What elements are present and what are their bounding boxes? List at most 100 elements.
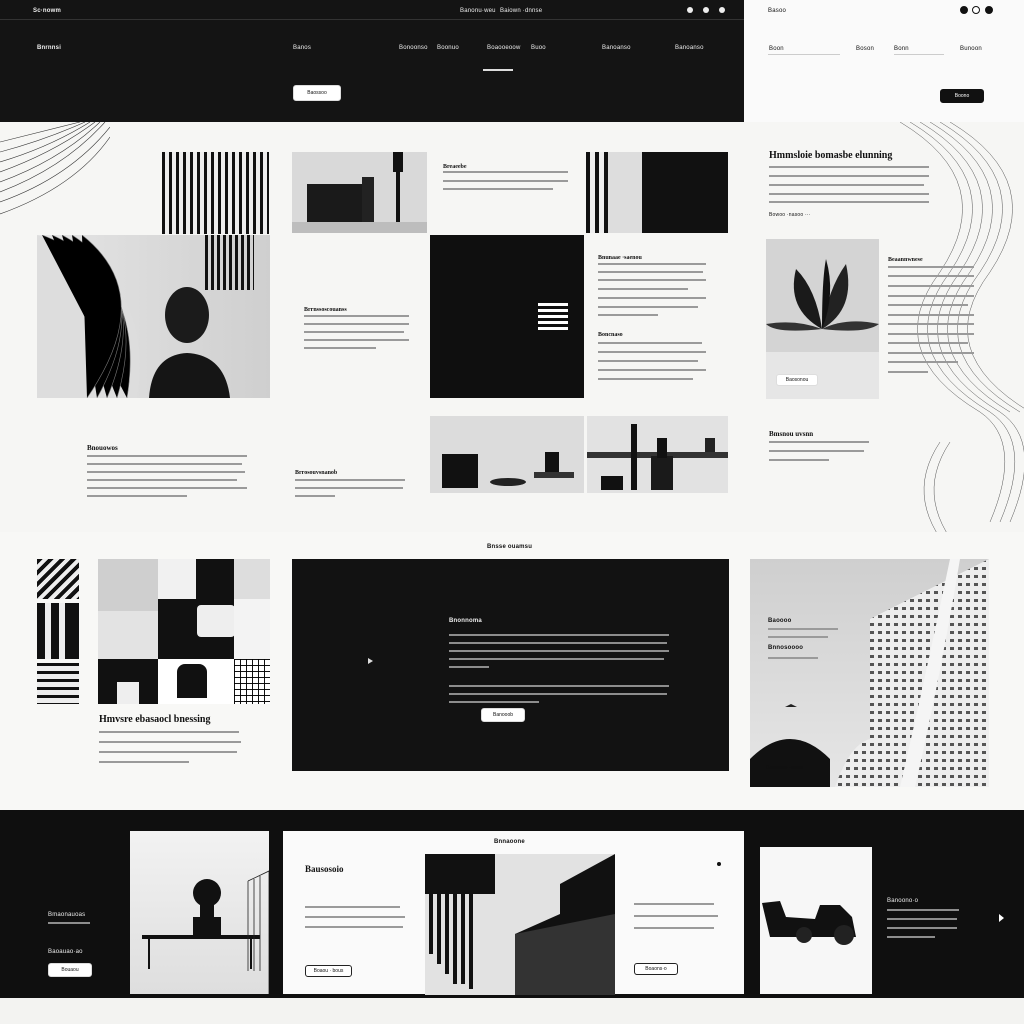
- nav-active-underline: [483, 69, 513, 71]
- nav-center-2[interactable]: Baiown ·dnnse: [500, 8, 542, 15]
- text-line: [305, 926, 403, 928]
- text-line: [769, 459, 829, 461]
- text-line: [888, 361, 958, 363]
- nav-center-1[interactable]: Banonu·weu: [460, 8, 496, 15]
- right-nav-3[interactable]: Bonn: [894, 46, 909, 53]
- text-line: [888, 266, 974, 268]
- bottom-center-label: Bnnaoone: [494, 839, 525, 845]
- right-brand[interactable]: Basoo: [768, 8, 786, 15]
- text-line: [295, 487, 403, 489]
- nav-item-2[interactable]: Bonoonso: [399, 45, 428, 52]
- text-line: [598, 271, 703, 273]
- nav-item-1[interactable]: Banos: [293, 45, 311, 52]
- furniture-image: [292, 152, 427, 233]
- bottom-right-title: Banoono·o: [887, 898, 919, 904]
- circle-icon[interactable]: [703, 7, 709, 13]
- right-nav-2[interactable]: Boson: [856, 46, 874, 53]
- text-line: [443, 180, 568, 182]
- text-line: [99, 731, 239, 733]
- text-line: [769, 193, 929, 195]
- text-line: [87, 463, 242, 465]
- text-line: [888, 295, 974, 297]
- mid-caption-title: Brrnssoscouanss: [304, 307, 347, 313]
- circle-icon[interactable]: [687, 7, 693, 13]
- text-line: [888, 304, 968, 306]
- text-line: [888, 352, 974, 354]
- text-line: [449, 642, 667, 644]
- side-card-button[interactable]: Baosonou: [776, 374, 818, 386]
- pattern-tiles: [37, 559, 270, 704]
- circle-icon[interactable]: [985, 6, 993, 14]
- bottom-left-title: Bmaonauoas: [48, 912, 86, 918]
- bottom-mid2-button[interactable]: Boaons·o: [634, 963, 678, 975]
- right-nav-1[interactable]: Boon: [769, 46, 784, 53]
- text-line: [598, 360, 698, 362]
- text-line: [598, 279, 706, 281]
- play-icon[interactable]: [717, 862, 721, 866]
- objects-image: [430, 416, 584, 493]
- dark-card-button[interactable]: Banooob: [481, 708, 525, 722]
- text-line: [634, 915, 718, 917]
- sub-brand[interactable]: Bnrnnsi: [37, 45, 61, 52]
- text-line: [449, 650, 669, 652]
- text-line: [99, 741, 241, 743]
- right-image-sub: Bnnosoooo: [768, 645, 804, 651]
- chevron-right-icon[interactable]: [999, 914, 1004, 922]
- stripe-panel: [586, 152, 728, 233]
- menu-icon[interactable]: [538, 303, 568, 331]
- nav-item-7[interactable]: Banoanso: [675, 45, 704, 52]
- text-line: [598, 351, 706, 353]
- text-line: [769, 450, 864, 452]
- text-line: [449, 634, 669, 636]
- car-image: [760, 847, 872, 994]
- architecture-image: [750, 559, 989, 787]
- nav-item-4[interactable]: Boaooeoow: [487, 45, 521, 52]
- text-line: [888, 285, 974, 287]
- wave-lines-art: [0, 122, 110, 215]
- nav-item-5[interactable]: Buoo: [531, 45, 546, 52]
- mid-caption2-title: Brrosouvsnanob: [295, 470, 338, 476]
- circle-icon[interactable]: [719, 7, 725, 13]
- play-icon[interactable]: [368, 658, 373, 664]
- text-line: [304, 339, 409, 341]
- text-line: [887, 909, 959, 911]
- text-line: [305, 906, 400, 908]
- text-line: [634, 903, 714, 905]
- text-line: [769, 441, 869, 443]
- text-line: [598, 263, 706, 265]
- left-caption-title: Bnouowos: [87, 444, 118, 452]
- right-nav-rule: [894, 54, 944, 55]
- text-line: [768, 657, 818, 659]
- circle-icon[interactable]: [960, 6, 968, 14]
- nav-item-3[interactable]: Boonuo: [437, 45, 459, 52]
- text-line: [305, 916, 405, 918]
- stripe-block: [162, 152, 269, 234]
- text-line: [87, 495, 187, 497]
- nav-item-6[interactable]: Banoanso: [602, 45, 631, 52]
- text-line: [888, 333, 974, 335]
- right-col-title: Bnunaae ·saenou: [598, 255, 642, 261]
- text-line: [769, 201, 929, 203]
- right-nav-4[interactable]: Bunoon: [960, 46, 982, 53]
- text-line: [598, 314, 658, 316]
- text-line: [768, 636, 828, 638]
- header-cta-button[interactable]: Baossoo: [293, 85, 341, 101]
- bottom-right-title: Bmsnou uvsnn: [769, 430, 814, 438]
- text-line: [888, 342, 968, 344]
- right-cta-button[interactable]: Boono: [940, 89, 984, 103]
- circle-icon[interactable]: [972, 6, 980, 14]
- bottles-image: [587, 416, 728, 493]
- text-line: [443, 188, 553, 190]
- bottom-mid-button[interactable]: Boaou · bous: [305, 965, 352, 977]
- brand-logo[interactable]: Sc·nowm: [33, 8, 61, 15]
- bottom-left-sub: Baoauao·ao: [48, 949, 83, 955]
- text-line: [449, 693, 667, 695]
- text-line: [449, 658, 664, 660]
- text-line: [888, 275, 974, 277]
- text-line: [888, 371, 928, 373]
- side-card-link[interactable]: Bowoo ·nasoo ···: [769, 212, 811, 219]
- top-headline: Hmmsloie bomasbe elunning: [769, 150, 893, 161]
- right-col-title2: Boncnaso: [598, 332, 623, 338]
- bottom-left-button[interactable]: Bouaou: [48, 963, 92, 977]
- right-image-caption: Banouoo ·oaaa: [766, 765, 803, 771]
